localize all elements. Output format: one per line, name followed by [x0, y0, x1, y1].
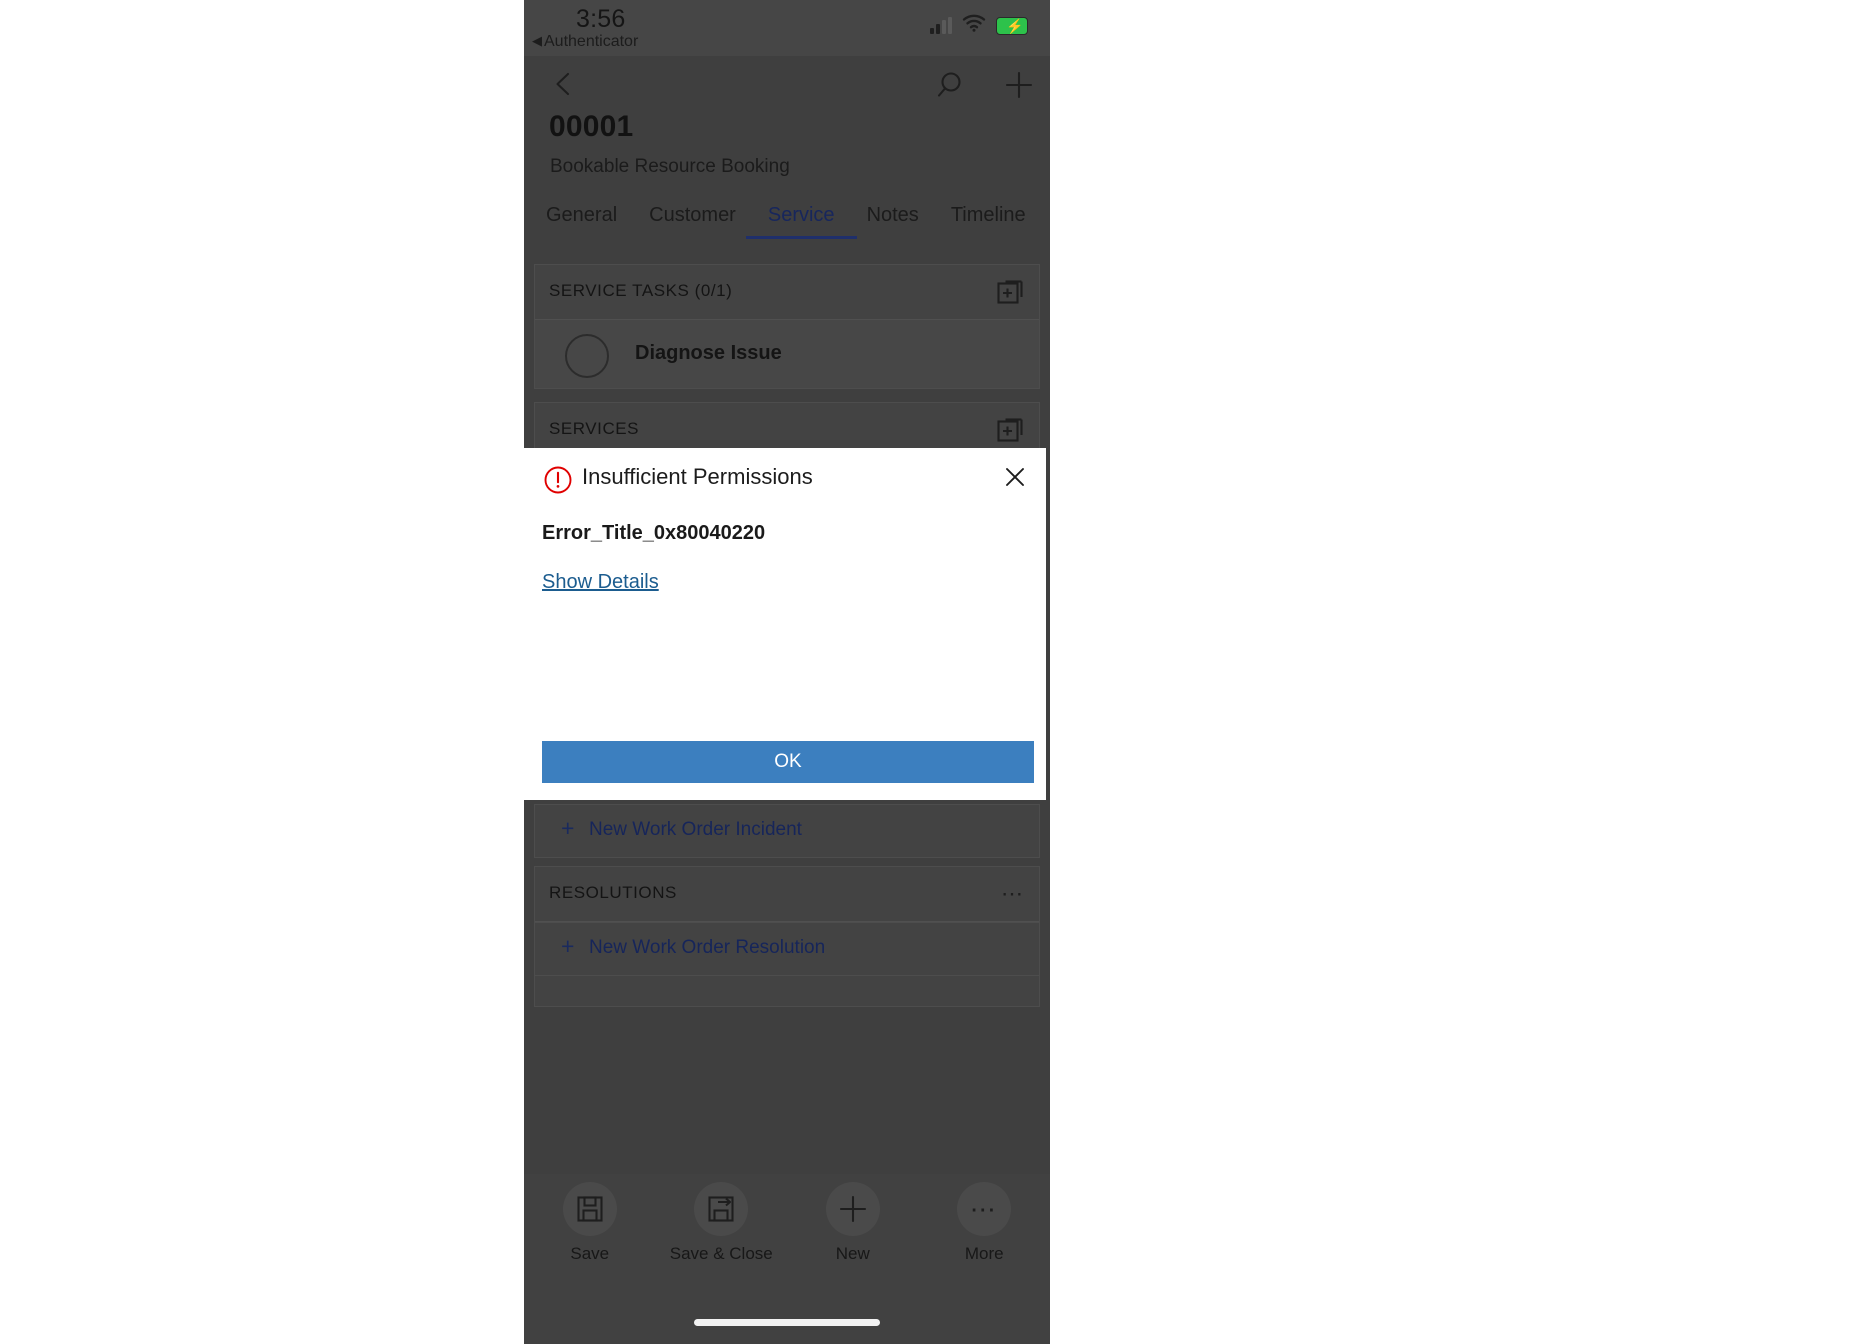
error-dialog: Insufficient Permissions Error_Title_0x8… [524, 448, 1046, 800]
show-details-link[interactable]: Show Details [542, 571, 659, 594]
more-button-label: More [964, 1244, 1004, 1263]
service-task-name: Diagnose Issue [635, 342, 782, 364]
tab-customer[interactable]: Customer [649, 196, 736, 227]
new-button[interactable]: New [798, 1182, 908, 1264]
app-nav-bar [524, 56, 1050, 112]
service-task-row[interactable]: Diagnose Issue [535, 320, 1039, 388]
new-work-order-resolution-label: New Work Order Resolution [589, 937, 826, 958]
status-bar-app-label: Authenticator [544, 33, 639, 50]
error-circle-exclamation-icon [543, 465, 573, 495]
work-order-incidents-section: + New Work Order Incident [534, 804, 1040, 858]
ellipsis-icon[interactable]: ⋯ [1001, 881, 1025, 907]
command-bar: Save Save & Close New ⋯ More [524, 1174, 1050, 1344]
new-button-label: New [835, 1244, 870, 1263]
plus-icon [825, 1182, 880, 1236]
search-icon[interactable] [936, 68, 970, 102]
wifi-icon [962, 14, 986, 37]
tab-timeline[interactable]: Timeline [951, 196, 1026, 227]
resolutions-extra-row[interactable] [535, 975, 1039, 1006]
save-and-close-icon [694, 1182, 749, 1236]
plus-icon: + [561, 933, 575, 959]
more-button[interactable]: ⋯ More [929, 1182, 1039, 1264]
status-bar-indicators: ⚡ [930, 14, 1028, 37]
resolutions-header: RESOLUTIONS ⋯ [535, 867, 1039, 922]
ellipsis-icon: ⋯ [957, 1182, 1012, 1236]
save-button[interactable]: Save [535, 1182, 645, 1264]
new-work-order-incident-label: New Work Order Incident [589, 819, 802, 840]
back-button[interactable] [546, 66, 582, 102]
service-tasks-header-label: SERVICE TASKS (0/1) [549, 281, 733, 300]
services-section: SERVICES [534, 402, 1040, 457]
tab-service[interactable]: Service [745, 196, 857, 239]
new-work-order-resolution-row[interactable]: + New Work Order Resolution [535, 922, 1039, 975]
tab-general[interactable]: General [546, 196, 617, 227]
save-floppy-icon [562, 1182, 617, 1236]
status-bar: 3:56 ◀ Authenticator ⚡ [524, 0, 1050, 56]
form-tab-strip: General Customer Service Notes Timeline [524, 196, 1050, 248]
ok-button[interactable]: OK [542, 741, 1034, 783]
command-bar-items: Save Save & Close New ⋯ More [524, 1182, 1050, 1264]
add-existing-record-icon[interactable] [997, 416, 1025, 444]
plus-icon[interactable] [1002, 68, 1036, 102]
back-triangle-icon: ◀ [532, 33, 542, 48]
error-dialog-title: Insufficient Permissions [582, 464, 813, 489]
save-and-close-button[interactable]: Save & Close [666, 1182, 776, 1264]
resolutions-section: RESOLUTIONS ⋯ + New Work Order Resolutio… [534, 866, 1040, 1007]
services-header-label: SERVICES [549, 419, 640, 438]
record-entity-type: Bookable Resource Booking [550, 156, 790, 177]
save-and-close-button-label: Save & Close [669, 1244, 773, 1263]
plus-icon: + [561, 815, 575, 841]
battery-charging-icon: ⚡ [996, 16, 1028, 35]
resolutions-header-label: RESOLUTIONS [549, 883, 677, 902]
service-tasks-header: SERVICE TASKS (0/1) [535, 265, 1039, 320]
circle-unchecked-icon[interactable] [565, 334, 609, 378]
save-button-label: Save [570, 1244, 610, 1263]
page-title: 00001 [549, 110, 634, 143]
add-existing-record-icon[interactable] [997, 278, 1025, 306]
status-bar-return-to-app[interactable]: ◀ Authenticator [532, 33, 638, 51]
new-work-order-incident-row[interactable]: + New Work Order Incident [535, 805, 1039, 857]
signal-bars-icon [930, 16, 952, 34]
service-tasks-section: SERVICE TASKS (0/1) Diagnose Issue [534, 264, 1040, 389]
status-bar-clock: 3:56 [576, 5, 626, 33]
tab-notes[interactable]: Notes [867, 196, 919, 227]
close-icon[interactable] [998, 460, 1032, 494]
home-indicator [694, 1319, 880, 1326]
error-code-text: Error_Title_0x80040220 [542, 522, 766, 544]
